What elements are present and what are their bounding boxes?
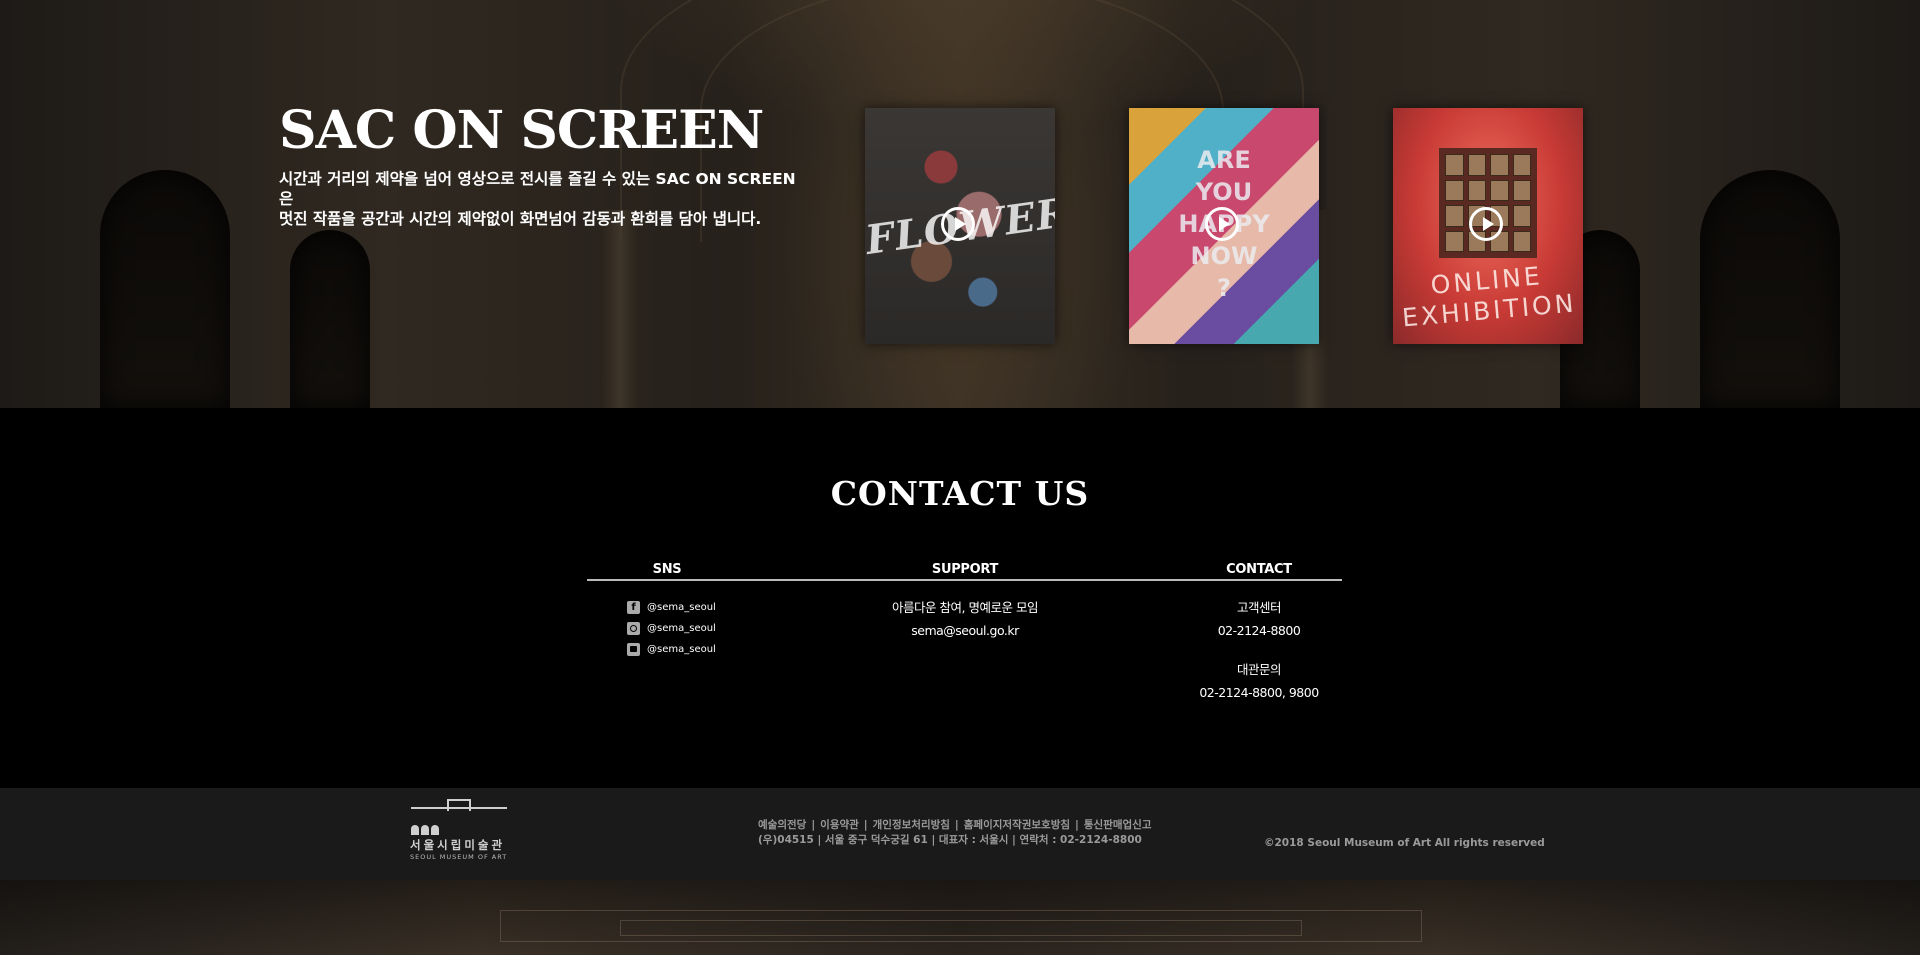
support-slogan: 아름다운 참여, 명예로운 모임	[892, 600, 1038, 615]
background-gallery-strip	[0, 880, 1920, 955]
sns-handle: @sema_seoul	[647, 644, 716, 655]
footer-link-sac[interactable]: 예술의전당	[758, 819, 806, 831]
play-icon[interactable]	[1469, 207, 1503, 241]
logo-arch-mark	[411, 825, 439, 835]
sns-link-facebook[interactable]: f @sema_seoul	[627, 597, 716, 618]
hero-description-line: 멋진 작품을 공간과 시간의 제약없이 화면넘어 감동과 환희를 담아 냅니다.	[279, 210, 762, 228]
contact-section: CONTACT US SNS SUPPORT CONTACT f @sema_s…	[0, 408, 1920, 788]
logo-english-text: SEOUL MUSEUM OF ART	[410, 853, 508, 861]
footer-link-copyright-policy[interactable]: 홈페이지저작권보호방침	[964, 819, 1070, 831]
instagram-icon	[627, 622, 640, 635]
facebook-icon: f	[627, 601, 640, 614]
hero-section: SAC ON SCREEN 시간과 거리의 제약을 넘어 영상으로 전시를 즐길…	[0, 0, 1920, 408]
footer-link-row: 예술의전당 | 이용약관 | 개인정보처리방침 | 홈페이지저작권보호방침 | 통신판매업신고	[758, 819, 1152, 831]
video-card-flower[interactable]: FLOWER	[865, 108, 1055, 344]
logo-korean-text: 서울시립미술관	[410, 838, 506, 852]
video-card-title: ONLINE EXHIBITION	[1393, 258, 1583, 334]
footer-address: (우)04515 | 서울 중구 덕수궁길 61 | 대표자 : 서울시 | 연…	[758, 834, 1142, 846]
youtube-icon	[627, 643, 640, 656]
footer-link-ecommerce-registration[interactable]: 통신판매업신고	[1084, 819, 1152, 831]
footer-links: 예술의전당 | 이용약관 | 개인정보처리방침 | 홈페이지저작권보호방침 | 통신판매업신고 …	[758, 818, 1152, 848]
video-card-online-exhibition[interactable]: ONLINE EXHIBITION	[1393, 108, 1583, 344]
sns-link-instagram[interactable]: @sema_seoul	[627, 618, 716, 639]
contact-info: 고객센터 02-2124-8800 대관문의 02-2124-8800, 980…	[1159, 596, 1359, 704]
hero-description-line: 시간과 거리의 제약을 넘어 영상으로 전시를 즐길 수 있는 SAC ON S…	[279, 170, 796, 208]
contact-title: CONTACT US	[830, 474, 1090, 513]
video-card-are-you-happy-now[interactable]: ARE YOU HAPPY NOW ?	[1129, 108, 1319, 344]
sema-logo[interactable]: 서울시립미술관 SEOUL MUSEUM OF ART	[410, 799, 510, 865]
video-card-title-line: ?	[1217, 274, 1231, 302]
video-card-title-line: NOW	[1190, 242, 1258, 270]
rental-inquiry-label: 대관문의	[1236, 662, 1282, 677]
play-icon[interactable]	[941, 207, 975, 241]
sns-heading: SNS	[652, 562, 682, 577]
rental-inquiry-phone: 02-2124-8800, 9800	[1199, 685, 1319, 700]
sns-link-youtube[interactable]: @sema_seoul	[627, 639, 716, 660]
support-info: 아름다운 참여, 명예로운 모임 sema@seoul.go.kr	[865, 596, 1065, 642]
logo-roof-mark	[411, 799, 507, 821]
sns-handle: @sema_seoul	[647, 623, 716, 634]
customer-center-label: 고객센터	[1236, 600, 1282, 615]
play-icon[interactable]	[1205, 207, 1239, 241]
video-card-title-line: YOU	[1195, 178, 1253, 206]
support-email[interactable]: sema@seoul.go.kr	[865, 619, 1065, 642]
footer-link-privacy[interactable]: 개인정보처리방침	[873, 819, 950, 831]
hero-title: SAC ON SCREEN	[279, 100, 764, 161]
copyright-text: ©2018 Seoul Museum of Art All rights res…	[1264, 837, 1545, 849]
contact-divider	[587, 579, 1342, 581]
framed-artwork-grid	[1439, 148, 1537, 258]
sns-list: f @sema_seoul @sema_seoul @sema_seoul	[627, 597, 716, 660]
site-footer: 서울시립미술관 SEOUL MUSEUM OF ART 예술의전당 | 이용약관 | 개…	[0, 788, 1920, 880]
sns-handle: @sema_seoul	[647, 602, 716, 613]
customer-center-phone: 02-2124-8800	[1217, 623, 1301, 638]
contact-heading: CONTACT	[1226, 562, 1292, 577]
hero-description: 시간과 거리의 제약을 넘어 영상으로 전시를 즐길 수 있는 SAC ON S…	[279, 169, 799, 229]
video-card-title-line: ARE	[1197, 146, 1251, 174]
floor-pattern	[620, 920, 1302, 936]
footer-link-terms[interactable]: 이용약관	[820, 819, 859, 831]
support-heading: SUPPORT	[931, 562, 999, 577]
